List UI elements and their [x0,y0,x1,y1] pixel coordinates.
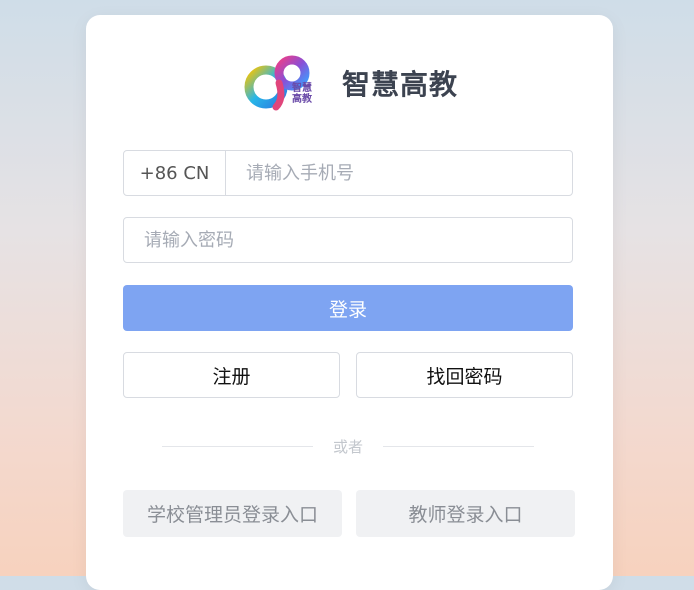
brand-name: 智慧高教 [342,68,459,101]
register-button[interactable]: 注册 [123,352,340,398]
teacher-login-entry-button[interactable]: 教师登录入口 [356,490,575,537]
password-input[interactable] [124,218,572,262]
divider-text: 或者 [333,437,364,456]
divider-line-right [383,445,535,447]
login-button[interactable]: 登录 [123,285,573,331]
divider-line-left [162,445,313,447]
country-code-selector[interactable]: +86 CN [124,151,226,195]
brand-logo: 智慧高教 [244,53,316,113]
brand-header: 智慧高教 智慧高教 [244,53,458,113]
phone-input[interactable] [226,151,572,195]
or-divider: 或者 [162,436,535,456]
admin-login-entry-button[interactable]: 学校管理员登录入口 [123,490,342,537]
login-card: 智慧高教 智慧高教 +86 CN 登录 注册 找回密码 或者 学校管理员登录入口… [86,15,613,590]
phone-field: +86 CN [123,150,573,196]
find-password-button[interactable]: 找回密码 [356,352,573,398]
logo-text: 智慧高教 [292,83,312,105]
password-field [123,217,573,263]
